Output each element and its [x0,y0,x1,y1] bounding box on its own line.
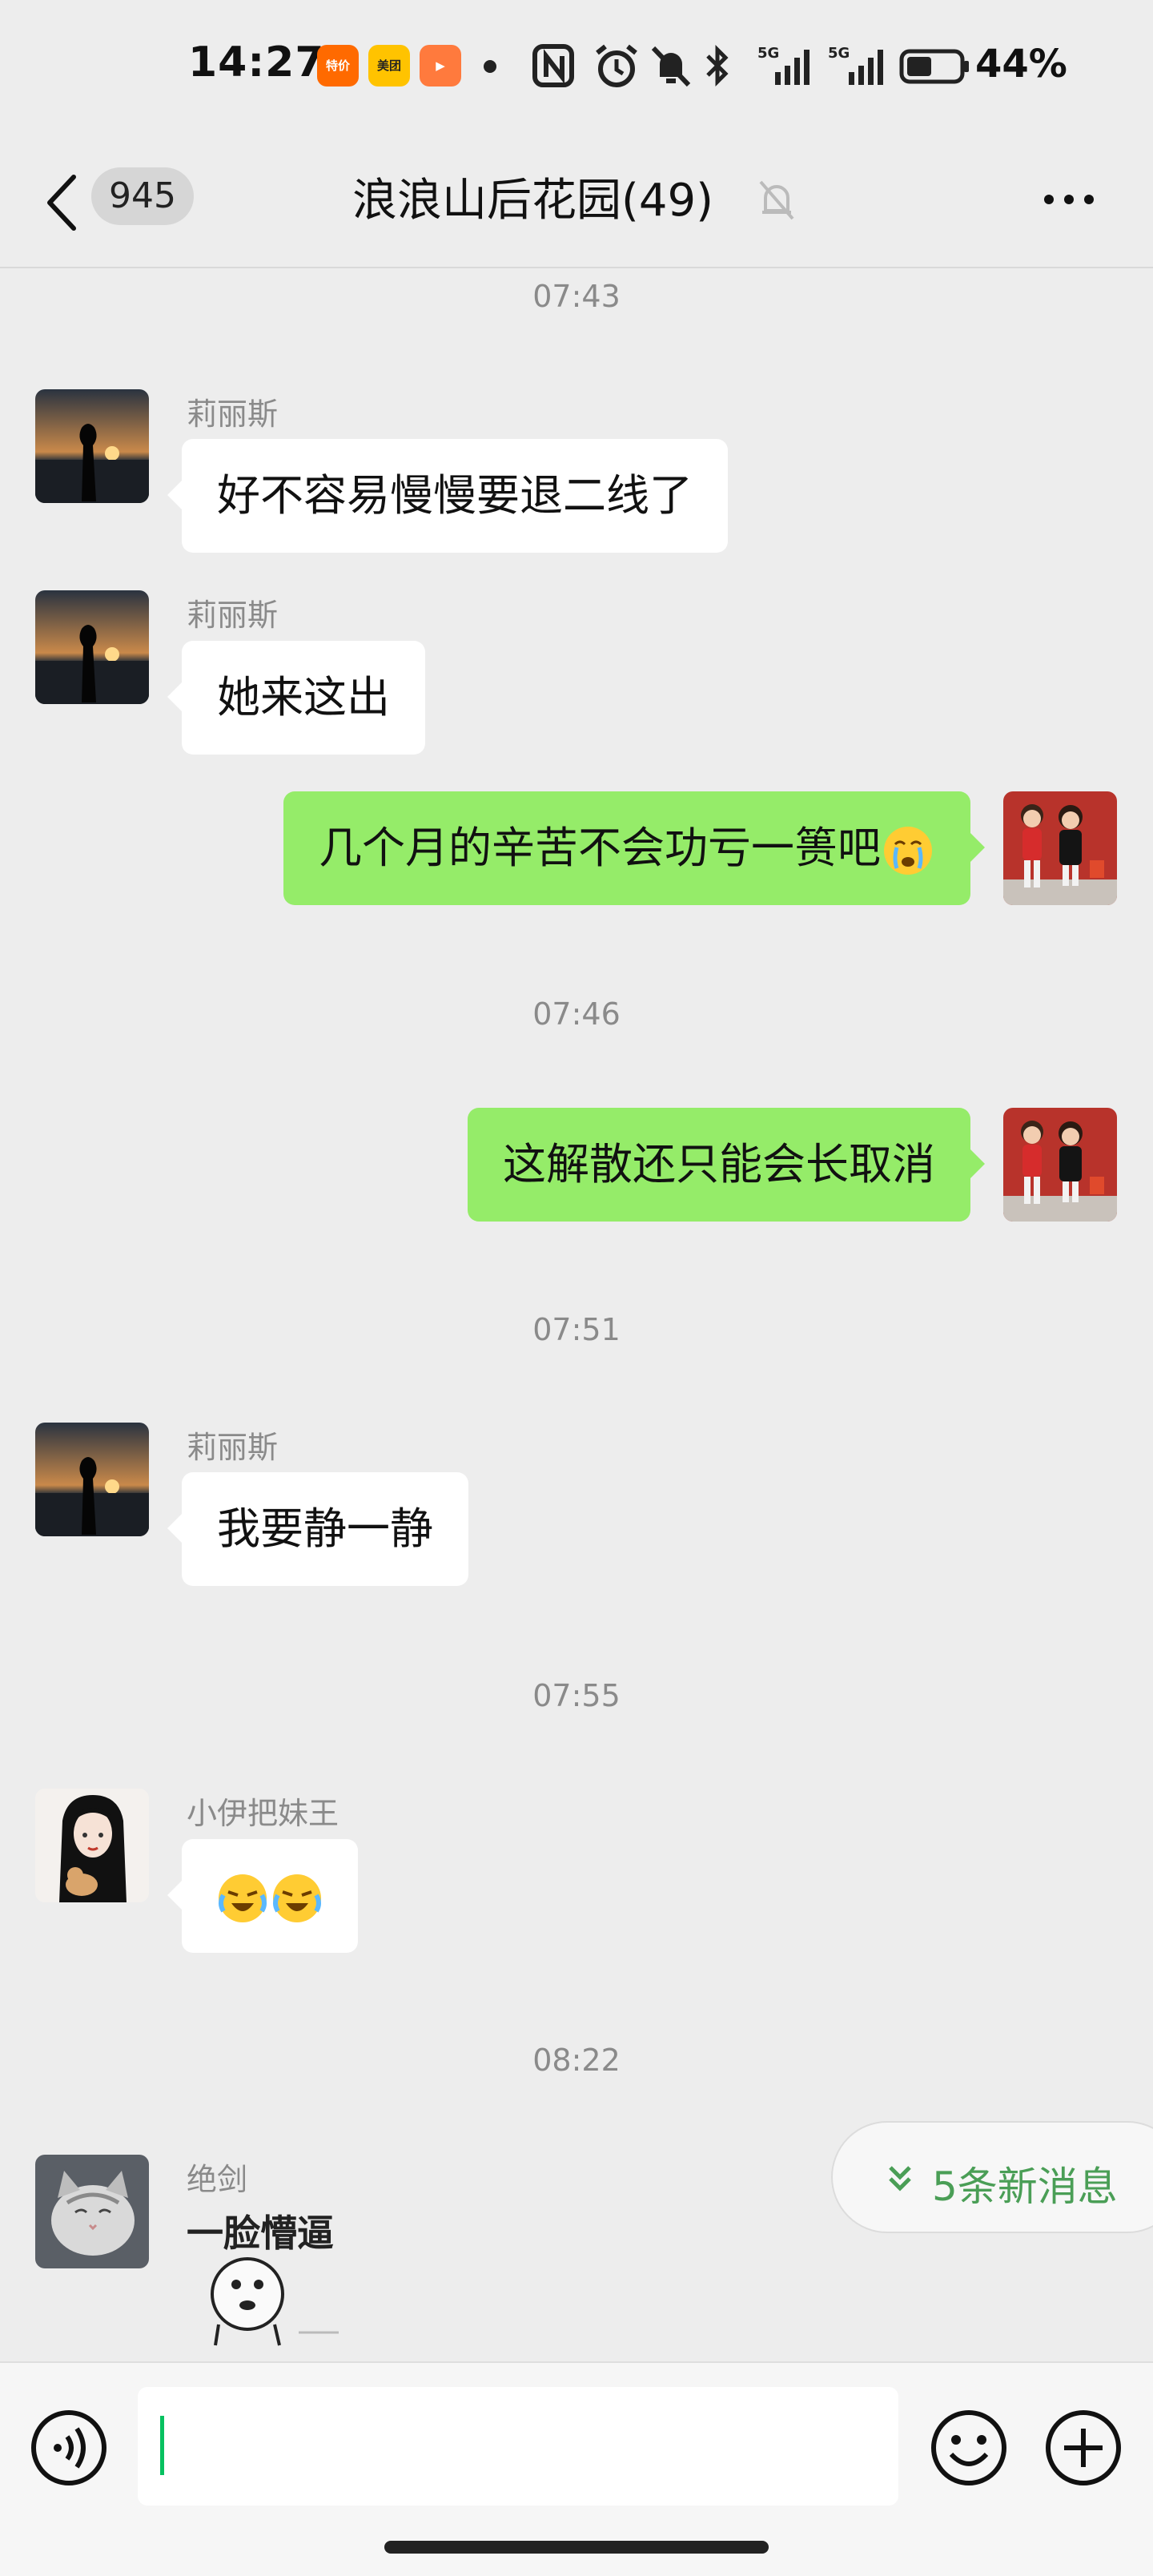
confused-face-sticker-icon [211,2257,339,2346]
new-messages-label: 5条新消息 [932,2163,1118,2210]
status-bar: 14:27 特价 美团 ▶ 5G 5G 44% [0,0,1153,132]
message-bubble-outgoing[interactable]: 几个月的辛苦不会功亏一篑吧 [283,791,985,905]
timestamp: 07:46 [532,996,621,1032]
sunset-silhouette-avatar-icon [35,1423,149,1536]
unread-count-badge[interactable]: 945 [91,167,194,225]
battery-percent: 44% [975,42,1067,87]
more-functions-plus-icon[interactable] [1043,2408,1123,2488]
sunset-silhouette-avatar-icon [35,590,149,704]
avatar-lilisi[interactable] [35,590,149,704]
more-options-icon[interactable] [1041,191,1097,207]
new-messages-button[interactable]: 5条新消息 [831,2121,1153,2233]
kitten-avatar-icon [35,2155,149,2268]
avatar-lilisi[interactable] [35,389,149,503]
message-bubble[interactable] [167,1839,358,1953]
message-bubble[interactable]: 我要静一静 [167,1472,468,1586]
battery-icon [899,49,969,84]
nfc-icon [532,44,574,87]
timestamp: 07:51 [532,1312,621,1347]
mute-bell-icon [651,46,691,87]
svg-text:5G: 5G [828,45,850,62]
message-bubble[interactable]: 她来这出 [167,641,425,755]
muted-bell-icon [759,180,794,220]
kids-red-background-avatar-icon [1003,791,1117,905]
bluetooth-icon [706,44,729,87]
message-bubble[interactable]: 好不容易慢慢要退二线了 [167,439,728,553]
notification-dot-icon [484,60,496,73]
chat-header: 945 浪浪山后花园(49) [0,132,1153,268]
avatar-juejian[interactable] [35,2155,149,2268]
alarm-icon [596,44,637,87]
video-app-icon: ▶ [420,45,461,87]
home-indicator[interactable] [384,2541,769,2554]
timestamp: 08:22 [532,2043,621,2078]
message-bubble-outgoing[interactable]: 这解散还只能会长取消 [468,1108,985,1222]
chat-title: 浪浪山后花园(49) [352,175,713,227]
back-arrow-icon[interactable] [42,171,82,235]
sender-name: 绝剑 [187,2162,248,2197]
kids-red-background-avatar-icon [1003,1108,1117,1222]
anime-girl-with-cat-avatar-icon [35,1789,149,1902]
meituan-icon: 美团 [368,45,410,87]
svg-text:5G: 5G [757,45,779,62]
timestamp: 07:55 [532,1678,621,1713]
sender-name: 莉丽斯 [187,1430,279,1465]
crying-face-emoji-icon [884,827,932,875]
message-input[interactable] [138,2387,898,2506]
sender-name: 莉丽斯 [187,396,279,432]
laugh-cry-emoji-icon [273,1874,321,1923]
avatar-self[interactable] [1003,1108,1117,1222]
sticker-message[interactable]: 一脸懵逼 [187,2204,371,2349]
voice-input-icon[interactable] [29,2408,109,2488]
status-time: 14:27 [188,38,325,87]
emoji-picker-icon[interactable] [929,2408,1009,2488]
sunset-silhouette-avatar-icon [35,389,149,503]
text-cursor [160,2416,164,2475]
timestamp: 07:43 [532,279,621,314]
sender-name: 小伊把妹王 [187,1796,339,1831]
avatar-lilisi[interactable] [35,1423,149,1536]
input-bar [0,2361,1153,2576]
avatar-xiaoyi[interactable] [35,1789,149,1902]
sender-name: 莉丽斯 [187,598,279,633]
laugh-cry-emoji-icon [219,1874,267,1923]
signal-5g-icon-2: 5G [828,45,883,85]
signal-5g-icon: 5G [757,45,810,85]
message-text: 几个月的辛苦不会功亏一篑吧 [319,823,881,873]
taobao-special-icon: 特价 [317,45,359,87]
avatar-self[interactable] [1003,791,1117,905]
double-chevron-down-icon [889,2166,911,2192]
